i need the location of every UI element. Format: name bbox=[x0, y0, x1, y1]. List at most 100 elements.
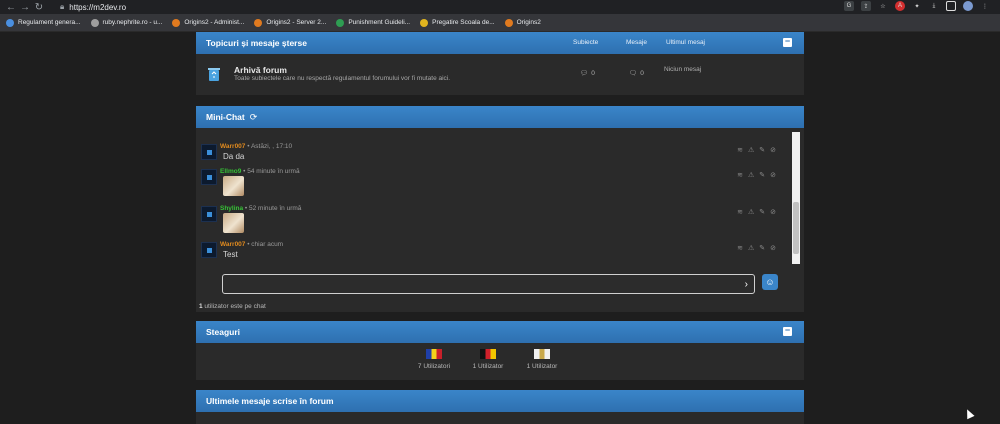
forum-row[interactable]: Arhivă forum Toate subiectele care nu re… bbox=[196, 54, 804, 102]
messages-count: 🗨︎ 0 bbox=[629, 69, 644, 78]
bookmark-label: ruby.nephrite.ro - u... bbox=[102, 19, 163, 26]
latest-posts-panel: Ultimele mesaje scrise în forum bbox=[196, 390, 804, 424]
delete-icon[interactable]: ⊘ bbox=[770, 146, 776, 154]
username-link[interactable]: Shylina bbox=[220, 205, 243, 212]
wifi-icon[interactable]: ≋ bbox=[737, 244, 743, 252]
warning-icon[interactable]: ⚠ bbox=[748, 171, 754, 179]
chat-image[interactable] bbox=[223, 176, 244, 196]
bookmark-item[interactable]: ruby.nephrite.ro - u... bbox=[90, 18, 163, 27]
edit-icon[interactable]: ✎ bbox=[759, 146, 765, 154]
avatar[interactable] bbox=[201, 144, 217, 160]
warning-icon[interactable]: ⚠ bbox=[748, 146, 754, 154]
translate-icon[interactable]: G bbox=[844, 1, 854, 11]
username-link[interactable]: Warr007 bbox=[220, 143, 245, 150]
chat-image[interactable] bbox=[223, 213, 244, 233]
edit-icon[interactable]: ✎ bbox=[759, 244, 765, 252]
message-time: • chiar acum bbox=[245, 241, 284, 248]
panel-title: Mini-Chat bbox=[206, 112, 245, 122]
warning-icon[interactable]: ⚠ bbox=[748, 244, 754, 252]
column-messages: Mesaje bbox=[626, 39, 647, 46]
flag-item[interactable]: 7 Utilizatori bbox=[404, 349, 464, 370]
message-time: • 52 minute în urmă bbox=[243, 205, 302, 212]
recycle-bin-icon bbox=[208, 68, 220, 81]
forum-link[interactable]: Arhivă forum bbox=[234, 65, 287, 75]
message-text: Da da bbox=[223, 152, 245, 161]
chat-messages[interactable]: Warr007 • Astăzi, , 17:10 Da da ≋ ⚠ ✎ ⊘ Ellmo9… bbox=[196, 132, 800, 264]
bookmark-label: Origins2 - Server 2... bbox=[266, 19, 327, 26]
wifi-icon[interactable]: ≋ bbox=[737, 208, 743, 216]
chat-message-header: Ellmo9 • 54 minute în urmă bbox=[220, 168, 300, 175]
username-link[interactable]: Ellmo9 bbox=[220, 168, 241, 175]
flag-users-label: 1 Utilizator bbox=[526, 363, 558, 370]
chat-online-users: 1 utilizator este pe chat bbox=[199, 303, 266, 310]
back-icon[interactable]: ← bbox=[4, 0, 18, 14]
delete-icon[interactable]: ⊘ bbox=[770, 208, 776, 216]
country-flag-icon bbox=[534, 349, 550, 359]
browser-toolbar: ← → ↻ 🔒︎ https://m2dev.ro G ⇪ ☆ A ✦ ⤓ ⋮ bbox=[0, 0, 1000, 14]
bookmark-favicon-icon bbox=[6, 18, 14, 27]
flags-list: 7 Utilizatori 1 Utilizator 1 Utilizator bbox=[196, 349, 804, 379]
delete-icon[interactable]: ⊘ bbox=[770, 244, 776, 252]
profile-icon[interactable] bbox=[963, 1, 973, 11]
bookmark-label: Pregatire Scoala de... bbox=[432, 19, 495, 26]
subjects-count: 💬︎ 0 bbox=[580, 69, 595, 78]
panel-header: Mini-Chat ⟳ bbox=[196, 106, 804, 128]
avatar[interactable] bbox=[201, 242, 217, 258]
refresh-icon[interactable]: ⟳ bbox=[250, 112, 258, 123]
bookmark-item[interactable]: Origins2 bbox=[504, 18, 541, 27]
username-link[interactable]: Warr007 bbox=[220, 241, 245, 248]
column-last-message: Ultimul mesaj bbox=[666, 39, 706, 46]
chat-message-header: Shylina • 52 minute în urmă bbox=[220, 205, 301, 212]
bookmark-favicon-icon bbox=[336, 18, 345, 27]
avatar[interactable] bbox=[201, 206, 217, 222]
wifi-icon[interactable]: ≋ bbox=[737, 171, 743, 179]
panel-title: Topicuri și mesaje șterse bbox=[206, 38, 307, 48]
extensions-area: G ⇪ ☆ A ✦ ⤓ ⋮ bbox=[844, 1, 990, 11]
collapse-button[interactable]: − bbox=[783, 37, 792, 47]
bookmark-label: Origins2 - Administ... bbox=[184, 19, 245, 26]
bookmark-favicon-icon bbox=[504, 18, 513, 27]
scrollbar-thumb[interactable] bbox=[793, 202, 799, 254]
flags-panel: Steaguri − 7 Utilizatori 1 Utilizator 1 Ut… bbox=[196, 321, 804, 380]
comments-icon: 🗨︎ bbox=[629, 70, 638, 77]
star-icon[interactable]: ☆ bbox=[878, 1, 888, 11]
sidepanel-icon[interactable] bbox=[946, 1, 956, 11]
panel-header: Topicuri și mesaje șterse Subiecte Mesaj… bbox=[196, 32, 804, 54]
download-icon[interactable]: ⤓ bbox=[929, 1, 939, 11]
bookmark-item[interactable]: Origins2 - Administ... bbox=[172, 18, 245, 27]
emoji-button[interactable]: ☺ bbox=[762, 274, 778, 290]
bookmark-favicon-icon bbox=[420, 18, 429, 27]
chat-message: Shylina • 52 minute în urmă ≋ ⚠ ✎ ⊘ bbox=[196, 204, 786, 240]
warning-icon[interactable]: ⚠ bbox=[748, 208, 754, 216]
avatar[interactable] bbox=[201, 169, 217, 185]
bookmark-item[interactable]: Pregatire Scoala de... bbox=[420, 18, 495, 27]
message-text: Test bbox=[223, 250, 238, 259]
puzzle-icon[interactable]: ✦ bbox=[912, 1, 922, 11]
chat-input[interactable]: › bbox=[222, 274, 755, 294]
delete-icon[interactable]: ⊘ bbox=[770, 171, 776, 179]
edit-icon[interactable]: ✎ bbox=[759, 208, 765, 216]
wifi-icon[interactable]: ≋ bbox=[737, 146, 743, 154]
forum-description: Toate subiectele care nu respectă regula… bbox=[234, 75, 451, 82]
menu-icon[interactable]: ⋮ bbox=[980, 1, 990, 11]
bookmark-label: Regulament genera... bbox=[18, 19, 81, 26]
speech-bubble-icon: 💬︎ bbox=[580, 70, 589, 77]
forward-icon[interactable]: → bbox=[18, 0, 32, 14]
edit-icon[interactable]: ✎ bbox=[759, 171, 765, 179]
send-icon[interactable]: › bbox=[745, 279, 748, 290]
collapse-button[interactable]: − bbox=[783, 326, 792, 336]
chat-message: Warr007 • chiar acum Test ≋ ⚠ ✎ ⊘ bbox=[196, 240, 786, 264]
bookmark-item[interactable]: Regulament genera... bbox=[6, 18, 81, 27]
address-bar[interactable]: 🔒︎ https://m2dev.ro bbox=[60, 1, 840, 13]
column-subjects: Subiecte bbox=[573, 39, 599, 46]
flag-item[interactable]: 1 Utilizator bbox=[512, 349, 572, 370]
chat-scrollbar[interactable] bbox=[792, 132, 800, 264]
country-flag-icon bbox=[426, 349, 442, 359]
share-icon[interactable]: ⇪ bbox=[861, 1, 871, 11]
bookmark-item[interactable]: Origins2 - Server 2... bbox=[254, 18, 327, 27]
reload-icon[interactable]: ↻ bbox=[32, 0, 46, 14]
adblock-icon[interactable]: A bbox=[895, 1, 905, 11]
chat-message-header: Warr007 • Astăzi, , 17:10 bbox=[220, 143, 292, 150]
bookmark-item[interactable]: Punishment Guideli... bbox=[336, 18, 410, 27]
flag-item[interactable]: 1 Utilizator bbox=[458, 349, 518, 370]
